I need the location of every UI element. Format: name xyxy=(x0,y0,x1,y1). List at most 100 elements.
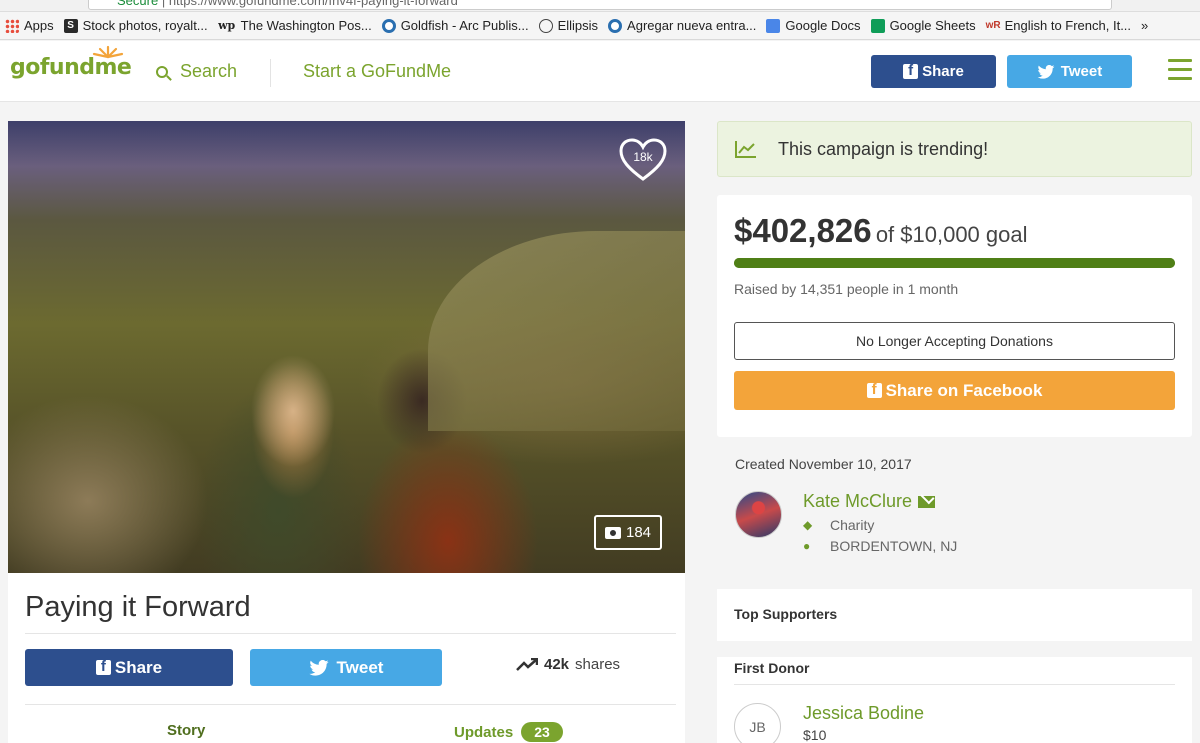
raised-summary: $402,826 of $10,000 goal xyxy=(734,212,1028,250)
button-label: Tweet xyxy=(336,657,384,677)
donation-card: $402,826 of $10,000 goal Raised by 14,35… xyxy=(717,195,1192,437)
bookmark-goldfish[interactable]: Goldfish - Arc Publis... xyxy=(381,18,529,33)
bookmarks-more[interactable]: » xyxy=(1141,18,1148,33)
donor-name: Jessica Bodine xyxy=(803,703,925,723)
goal-text: of $10,000 goal xyxy=(875,222,1028,247)
shares-counter: 42k shares xyxy=(516,656,620,673)
divider xyxy=(734,684,1175,685)
tag-icon: ◆ xyxy=(803,518,813,532)
button-label: Tweet xyxy=(1060,63,1103,80)
bookmark-google-sheets[interactable]: Google Sheets xyxy=(870,18,976,33)
google-sheets-icon xyxy=(870,18,885,33)
browser-url-bar: Secure | https://www.gofundme.com/fnv4f-… xyxy=(0,0,1200,12)
google-docs-icon xyxy=(766,18,781,33)
hamburger-menu-icon[interactable] xyxy=(1168,59,1192,83)
address-field[interactable]: Secure | https://www.gofundme.com/fnv4f-… xyxy=(88,0,1112,10)
facebook-icon xyxy=(866,381,882,398)
twitter-bird-icon xyxy=(308,659,329,676)
heart-count: 18k xyxy=(633,150,653,164)
ring-icon xyxy=(608,18,623,33)
gofundme-logo[interactable]: gofundme xyxy=(10,45,132,80)
organizer-name: Kate McClure xyxy=(803,491,913,511)
bookmark-wordreference[interactable]: wR English to French, It... xyxy=(986,18,1131,33)
campaign-photo[interactable]: 18k 184 xyxy=(8,121,685,573)
shares-word: shares xyxy=(575,656,621,673)
bookmark-label: The Washington Pos... xyxy=(240,18,372,33)
site-header: gofundme Search Start a GoFundMe Share T… xyxy=(0,41,1200,102)
bookmark-agregar[interactable]: Agregar nueva entra... xyxy=(608,18,756,33)
supporters-card: Top Supporters First Donor JB Jessica Bo… xyxy=(717,589,1192,743)
bookmark-label: Google Sheets xyxy=(889,18,976,33)
first-donor-heading: First Donor xyxy=(734,660,810,676)
section-gap xyxy=(717,641,1192,657)
trending-banner: This campaign is trending! xyxy=(717,121,1192,177)
bookmark-label: English to French, It... xyxy=(1004,18,1132,33)
organizer-avatar[interactable] xyxy=(735,491,782,538)
divider xyxy=(25,633,676,634)
bookmark-google-docs[interactable]: Google Docs xyxy=(766,18,861,33)
tab-updates[interactable]: Updates 23 xyxy=(454,722,563,742)
campaign-info-card: Paying it Forward Share Tweet 42k shares… xyxy=(8,573,685,743)
organizer-location: ● BORDENTOWN, NJ xyxy=(803,538,957,554)
category-text: Charity xyxy=(830,517,875,533)
facebook-share-button[interactable]: Share xyxy=(25,649,233,686)
search-icon xyxy=(156,65,168,78)
organizer-category: ◆ Charity xyxy=(803,517,957,533)
share-on-facebook-button[interactable]: Share on Facebook xyxy=(734,371,1175,410)
button-label: Share xyxy=(922,63,964,80)
bookmark-label: Agregar nueva entra... xyxy=(627,18,757,33)
ring-icon xyxy=(381,18,396,33)
trending-text: This campaign is trending! xyxy=(778,138,989,159)
no-longer-accepting-button[interactable]: No Longer Accepting Donations xyxy=(734,322,1175,360)
bookmark-label: Stock photos, royalt... xyxy=(82,18,208,33)
bookmark-stock-photos[interactable]: S Stock photos, royalt... xyxy=(63,18,208,33)
header-search[interactable]: Search xyxy=(156,61,237,82)
created-date: Created November 10, 2017 xyxy=(735,456,912,472)
apps-grid-icon xyxy=(5,18,19,33)
bookmark-apps[interactable]: Apps xyxy=(5,18,54,33)
envelope-icon[interactable] xyxy=(918,495,936,508)
trending-arrow-icon xyxy=(516,657,538,671)
updates-count-badge: 23 xyxy=(521,722,563,742)
photo-count: 184 xyxy=(625,524,652,541)
photo-road-shape xyxy=(428,231,685,431)
divider xyxy=(25,704,676,705)
facebook-icon xyxy=(95,658,111,675)
url-text: https://www.gofundme.com/fnv4f-paying-it… xyxy=(168,0,458,8)
organizer-info: Kate McClure ◆ Charity ● BORDENTOWN, NJ xyxy=(803,491,957,554)
bookmark-ellipsis[interactable]: Ellipsis xyxy=(538,18,598,33)
button-label: Share xyxy=(114,657,163,677)
campaign-title: Paying it Forward xyxy=(25,591,251,623)
donor-avatar: JB xyxy=(734,703,781,743)
bookmark-label: Google Docs xyxy=(785,18,861,33)
tab-story[interactable]: Story xyxy=(167,722,205,739)
sun-rays-icon xyxy=(92,45,124,59)
bookmark-label: Apps xyxy=(24,18,54,33)
shares-count: 42k xyxy=(544,656,570,673)
location-text: BORDENTOWN, NJ xyxy=(830,538,958,554)
progress-bar xyxy=(734,258,1175,268)
button-label: Share on Facebook xyxy=(885,380,1043,400)
bookmark-label: Goldfish - Arc Publis... xyxy=(400,18,529,33)
top-supporters-heading[interactable]: Top Supporters xyxy=(734,606,837,622)
trending-chart-icon xyxy=(735,141,756,158)
header-tweet-button[interactable]: Tweet xyxy=(1007,55,1132,88)
ellipsis-icon xyxy=(538,18,553,33)
header-facebook-share-button[interactable]: Share xyxy=(871,55,996,88)
bookmark-washington-post[interactable]: wp The Washington Pos... xyxy=(218,18,372,33)
search-label: Search xyxy=(180,61,238,81)
organizer-name-link[interactable]: Kate McClure xyxy=(803,491,957,512)
tab-label: Updates xyxy=(454,723,514,741)
first-donor: Jessica Bodine $10 xyxy=(803,703,924,743)
bookmarks-bar: Apps S Stock photos, royalt... wp The Wash… xyxy=(0,12,1200,40)
secure-label: Secure xyxy=(117,0,159,8)
photo-gallery-button[interactable]: 184 xyxy=(594,515,662,550)
twitter-bird-icon xyxy=(1037,64,1055,79)
heart-button[interactable]: 18k xyxy=(618,138,668,182)
start-gofundme-link[interactable]: Start a GoFundMe xyxy=(303,61,451,82)
donor-amount: $10 xyxy=(803,727,827,743)
raised-by-text: Raised by 14,351 people in 1 month xyxy=(734,281,959,297)
tweet-button[interactable]: Tweet xyxy=(250,649,442,686)
map-pin-icon: ● xyxy=(803,539,811,553)
wordreference-icon: wR xyxy=(985,19,1001,31)
